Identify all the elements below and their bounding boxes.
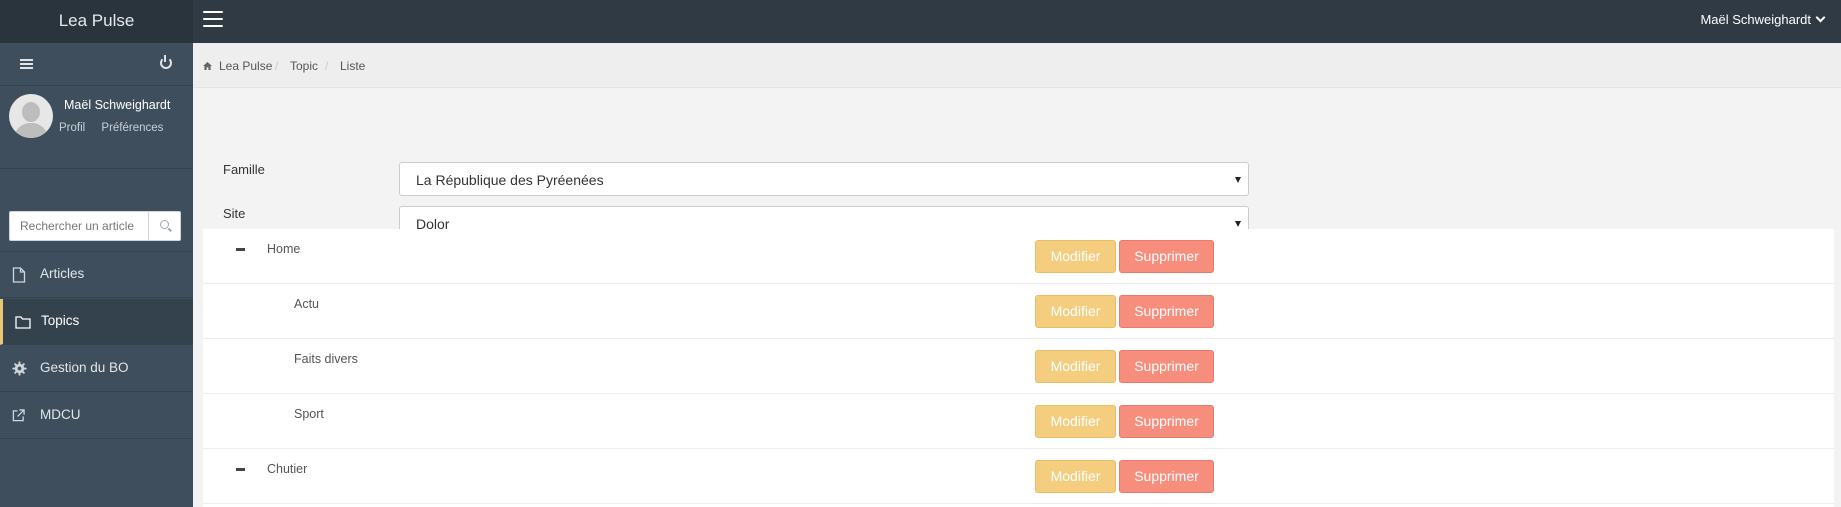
topic-name: Home xyxy=(267,242,301,256)
delete-button[interactable]: Supprimer xyxy=(1119,295,1214,328)
preferences-link[interactable]: Préférences xyxy=(101,122,163,134)
delete-button[interactable]: Supprimer xyxy=(1119,350,1214,383)
edit-button[interactable]: Modifier xyxy=(1035,295,1116,328)
edit-button[interactable]: Modifier xyxy=(1035,460,1116,493)
search-input[interactable] xyxy=(9,211,148,241)
article-search xyxy=(9,211,181,241)
sidebar-item-label: Topics xyxy=(41,313,80,328)
chevron-down-icon xyxy=(1815,12,1826,23)
external-link-icon xyxy=(12,409,25,422)
sidebar-item-articles[interactable]: Articles xyxy=(0,252,193,298)
sidebar-item-label: Articles xyxy=(40,266,85,281)
sidebar-item-label: Gestion du BO xyxy=(40,360,129,375)
dropdown-arrow-icon xyxy=(1235,177,1241,183)
filters-form: Famille La République des Pyréenées Site… xyxy=(193,88,1841,240)
topic-row: Chutier Modifier Supprimer xyxy=(203,449,1834,504)
collapse-sidebar-icon[interactable] xyxy=(20,59,33,69)
famille-select[interactable]: La République des Pyréenées xyxy=(399,162,1249,196)
breadcrumb-separator: / xyxy=(275,59,279,73)
profile-links: Profil Préférences xyxy=(59,122,176,134)
gear-icon xyxy=(12,361,27,376)
famille-value: La République des Pyréenées xyxy=(416,172,604,188)
topic-name: Actu xyxy=(294,297,320,311)
topic-row: Actu Modifier Supprimer xyxy=(203,284,1834,339)
breadcrumb-topic[interactable]: Topic xyxy=(290,59,318,73)
dropdown-arrow-icon xyxy=(1235,221,1241,227)
famille-label: Famille xyxy=(223,162,265,177)
power-icon[interactable] xyxy=(160,55,172,69)
sidebar-item-topics[interactable]: Topics xyxy=(0,299,193,345)
delete-button[interactable]: Supprimer xyxy=(1119,405,1214,438)
edit-button[interactable]: Modifier xyxy=(1035,405,1116,438)
topic-name: Chutier xyxy=(267,462,308,476)
sidebar-item-gestion-bo[interactable]: Gestion du BO xyxy=(0,346,193,392)
collapse-icon[interactable] xyxy=(236,468,245,471)
user-dropdown[interactable]: Maël Schweighardt xyxy=(1700,0,1826,43)
user-name: Maël Schweighardt xyxy=(1700,12,1811,27)
profile-name: Maël Schweighardt xyxy=(64,98,171,112)
folder-icon xyxy=(15,316,31,329)
search-icon xyxy=(160,220,169,229)
topic-name: Sport xyxy=(294,407,324,421)
breadcrumb-separator: / xyxy=(325,59,329,73)
profile-link[interactable]: Profil xyxy=(59,122,85,134)
search-button[interactable] xyxy=(148,211,181,241)
edit-button[interactable]: Modifier xyxy=(1035,350,1116,383)
sidebar: Maël Schweighardt Profil Préférences Art… xyxy=(0,43,193,507)
site-label: Site xyxy=(223,206,246,221)
sidebar-item-label: MDCU xyxy=(40,407,81,422)
topic-name: Faits divers xyxy=(294,352,358,366)
collapse-icon[interactable] xyxy=(236,248,245,251)
breadcrumb-home[interactable]: Lea Pulse xyxy=(219,59,272,73)
top-navbar: Lea Pulse Maël Schweighardt xyxy=(0,0,1841,43)
hamburger-menu-icon[interactable] xyxy=(203,11,223,29)
file-icon xyxy=(12,267,26,283)
edit-button[interactable]: Modifier xyxy=(1035,240,1116,273)
delete-button[interactable]: Supprimer xyxy=(1119,460,1214,493)
home-icon xyxy=(203,62,212,70)
user-profile: Maël Schweighardt Profil Préférences xyxy=(0,86,193,169)
breadcrumb-liste: Liste xyxy=(340,59,366,73)
avatar[interactable] xyxy=(9,94,53,138)
topic-row: Faits divers Modifier Supprimer xyxy=(203,339,1834,394)
main-content: Lea Pulse / Topic / Liste Famille La Rép… xyxy=(193,43,1841,507)
delete-button[interactable]: Supprimer xyxy=(1119,240,1214,273)
topics-tree: Home Modifier Supprimer Actu Modifier Su… xyxy=(203,229,1834,507)
sidebar-item-mdcu[interactable]: MDCU xyxy=(0,393,193,439)
topic-row: Sport Modifier Supprimer xyxy=(203,394,1834,449)
breadcrumb: Lea Pulse / Topic / Liste xyxy=(193,43,1841,88)
topic-row: Home Modifier Supprimer xyxy=(203,229,1834,284)
brand-title[interactable]: Lea Pulse xyxy=(0,0,193,43)
sidebar-toolbar xyxy=(0,43,193,86)
